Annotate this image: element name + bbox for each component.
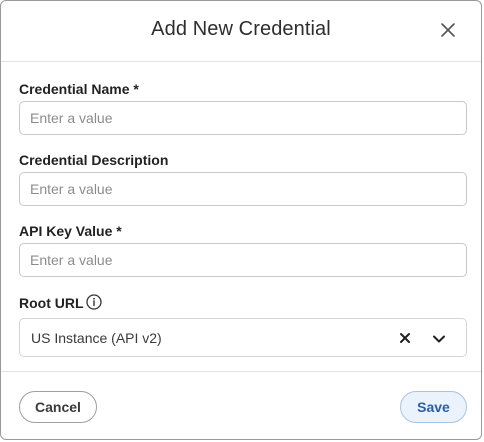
- api-key-label: API Key Value *: [19, 223, 122, 239]
- root-url-selected-value: US Instance (API v2): [31, 330, 162, 346]
- dialog-footer: Cancel Save: [1, 371, 481, 439]
- cancel-button[interactable]: Cancel: [19, 391, 97, 423]
- clear-icon[interactable]: [398, 331, 412, 345]
- save-button[interactable]: Save: [400, 391, 467, 423]
- close-icon[interactable]: [437, 19, 459, 41]
- credential-name-input[interactable]: [19, 101, 467, 135]
- root-url-label: Root URL: [19, 295, 84, 311]
- dialog-header: Add New Credential: [1, 1, 481, 62]
- chevron-down-icon[interactable]: [432, 332, 446, 344]
- info-icon[interactable]: [86, 294, 102, 310]
- api-key-input[interactable]: [19, 243, 467, 277]
- close-icon-glyph: [441, 23, 455, 37]
- add-credential-dialog: Add New Credential Credential Name * Cre…: [0, 0, 482, 440]
- credential-name-label: Credential Name *: [19, 81, 139, 97]
- dialog-title: Add New Credential: [151, 18, 331, 40]
- credential-description-label: Credential Description: [19, 152, 169, 168]
- credential-description-input[interactable]: [19, 172, 467, 206]
- root-url-select[interactable]: US Instance (API v2): [19, 318, 467, 357]
